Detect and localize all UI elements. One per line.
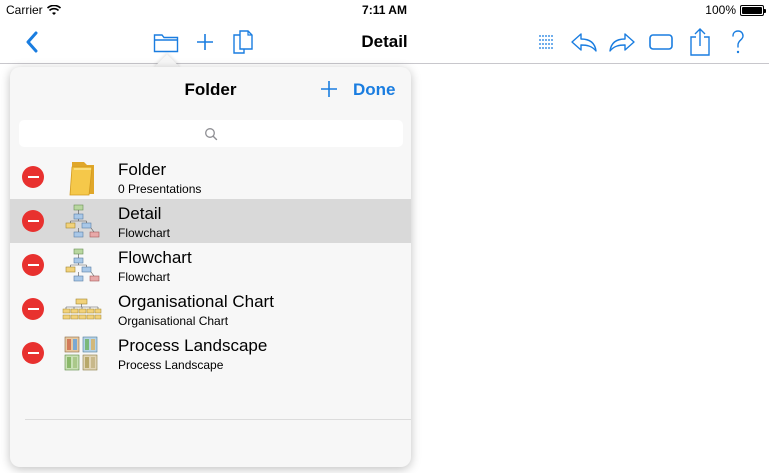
divider	[25, 419, 411, 420]
add-folder-plus-icon[interactable]	[318, 78, 340, 100]
popover-header: Folder Done	[10, 67, 411, 111]
delete-icon[interactable]	[22, 166, 44, 188]
item-subtitle: Organisational Chart	[118, 314, 229, 328]
back-chevron-icon[interactable]	[18, 29, 46, 55]
item-name: Detail	[118, 204, 162, 223]
list-item[interactable]: Folder 0 Presentations	[10, 155, 411, 199]
list-item[interactable]: Flowchart Flowchart	[10, 243, 411, 287]
item-name: Organisational Chart	[118, 292, 274, 311]
folder-popover: Folder Done Folder 0 Presentations Detai…	[10, 67, 411, 467]
delete-icon[interactable]	[22, 210, 44, 232]
item-subtitle: 0 Presentations	[118, 182, 202, 196]
item-subtitle: Process Landscape	[118, 358, 224, 372]
flowchart-thumb-icon	[62, 247, 102, 285]
plus-icon[interactable]	[191, 29, 219, 55]
done-button[interactable]: Done	[353, 80, 396, 100]
list-icon[interactable]	[532, 29, 560, 55]
flowchart-thumb-icon	[62, 203, 102, 241]
search-field[interactable]	[19, 120, 403, 147]
battery-percent: 100%	[705, 3, 736, 17]
navigation-bar: Detail	[0, 20, 769, 64]
battery-icon	[740, 4, 766, 16]
help-icon[interactable]	[724, 29, 752, 55]
item-subtitle: Flowchart	[118, 226, 171, 240]
page-title: Detail	[361, 32, 408, 51]
battery-info: 100%	[705, 3, 766, 17]
item-subtitle: Flowchart	[118, 270, 171, 284]
list-item[interactable]: Process Landscape Process Landscape	[10, 331, 411, 375]
redo-icon[interactable]	[608, 29, 636, 55]
folder-thumb-icon	[62, 159, 102, 197]
presentation-icon[interactable]	[647, 29, 675, 55]
list-item[interactable]: Organisational Chart Organisational Char…	[10, 287, 411, 331]
process-landscape-thumb-icon	[62, 335, 102, 373]
delete-icon[interactable]	[22, 254, 44, 276]
status-bar: Carrier 7:11 AM 100%	[0, 0, 769, 20]
presentation-list: Folder 0 Presentations Detail Flowchart	[10, 155, 411, 375]
status-time: 7:11 AM	[362, 3, 407, 17]
search-icon	[205, 127, 218, 140]
folder-icon[interactable]	[152, 29, 180, 55]
item-name: Flowchart	[118, 248, 192, 267]
share-icon[interactable]	[686, 28, 714, 56]
list-item[interactable]: Detail Flowchart	[10, 199, 411, 243]
undo-icon[interactable]	[570, 29, 598, 55]
delete-icon[interactable]	[22, 298, 44, 320]
copy-icon[interactable]	[229, 29, 257, 55]
org-chart-thumb-icon	[62, 291, 102, 329]
item-name: Process Landscape	[118, 336, 268, 355]
item-name: Folder	[118, 160, 167, 179]
delete-icon[interactable]	[22, 342, 44, 364]
popover-title: Folder	[184, 80, 237, 99]
